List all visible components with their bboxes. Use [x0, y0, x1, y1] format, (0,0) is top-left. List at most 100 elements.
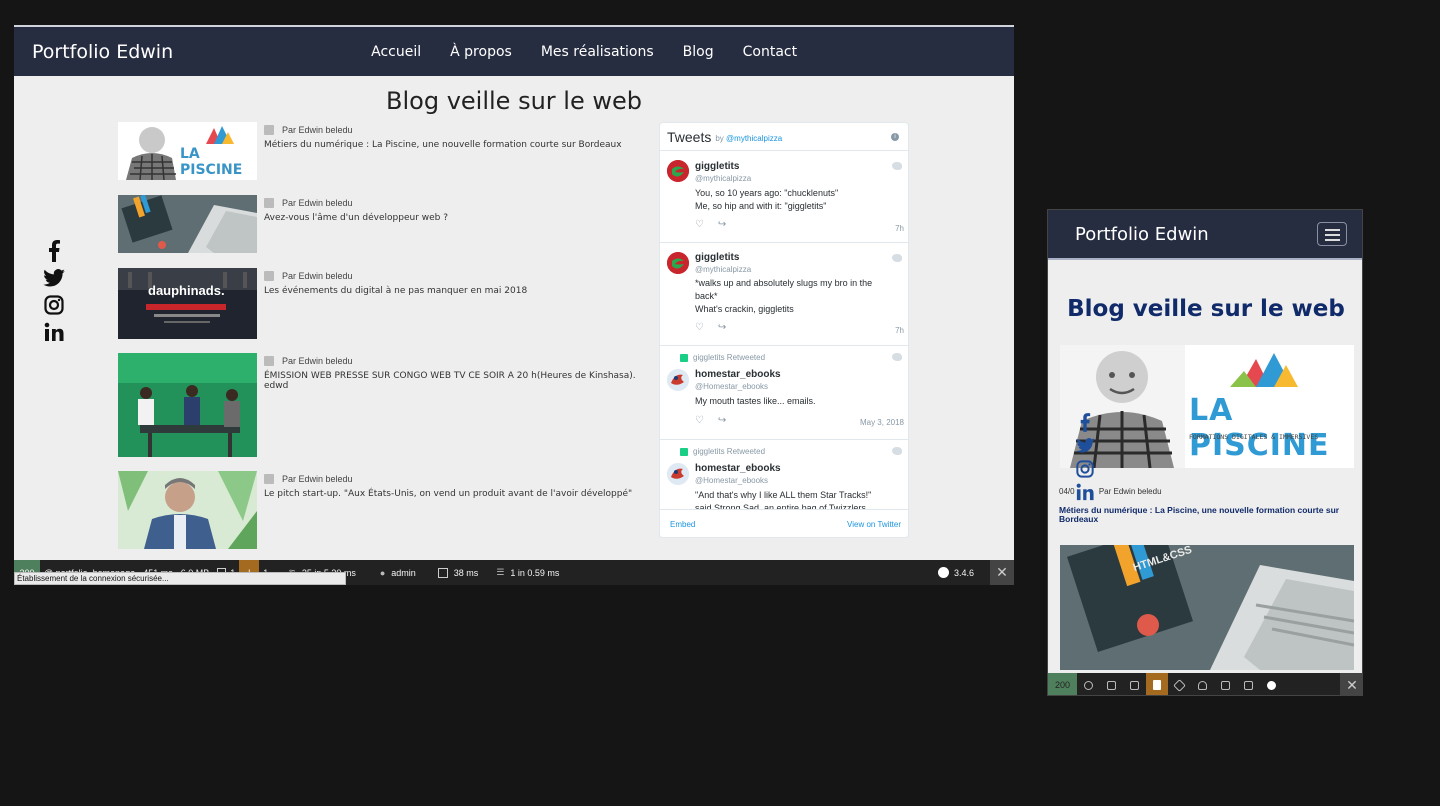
- nav-item-accueil[interactable]: Accueil: [371, 44, 421, 60]
- post-meta: Par Edwin beledu Avez-vous l'âme d'un dé…: [264, 195, 448, 253]
- list-item[interactable]: dauphinads. Par Edwin beledu Les événeme…: [118, 268, 527, 339]
- twitter-icon[interactable]: [42, 264, 66, 291]
- twig-icon[interactable]: [1214, 673, 1237, 695]
- twitter-bird-icon[interactable]: [892, 162, 902, 170]
- twig-panel[interactable]: 38 ms: [434, 560, 483, 585]
- nav-item-contact[interactable]: Contact: [743, 44, 797, 60]
- avatar[interactable]: [667, 463, 689, 485]
- twitter-bird-icon[interactable]: [892, 353, 902, 361]
- linkedin-icon[interactable]: [42, 318, 66, 345]
- list-item[interactable]: Par Edwin beledu Avez-vous l'âme d'un dé…: [118, 195, 448, 253]
- nav-item-a-propos[interactable]: À propos: [450, 44, 512, 60]
- twitter-footer: Embed View on Twitter: [660, 509, 908, 537]
- tweet-actions: ♡ ↪: [695, 322, 726, 333]
- status-code-badge[interactable]: 200: [1048, 673, 1077, 695]
- twitter-bird-icon[interactable]: [892, 447, 902, 455]
- avatar[interactable]: [667, 369, 689, 391]
- tweet-author[interactable]: giggletits: [695, 161, 739, 172]
- tweet[interactable]: giggletits Retweeted homestar_ebooks @Ho…: [660, 347, 908, 440]
- database-panel[interactable]: ☰ 1 in 0.59 ms: [492, 560, 563, 585]
- post-author-text: Par Edwin beledu: [282, 474, 353, 484]
- post-author: Par Edwin beledu: [264, 474, 632, 484]
- tweet-actions: ♡ ↪: [695, 415, 726, 426]
- social-links: [42, 237, 66, 345]
- tweet[interactable]: giggletits @mythicalpizza You, so 10 yea…: [660, 152, 908, 243]
- mobile-post-title[interactable]: Métiers du numérique : La Piscine, une n…: [1059, 506, 1355, 524]
- tweet-handle[interactable]: @mythicalpizza: [695, 265, 751, 274]
- mobile-navbar-brand[interactable]: Portfolio Edwin: [1075, 224, 1209, 245]
- user-panel[interactable]: ● admin: [376, 560, 420, 585]
- layers-icon[interactable]: [1168, 673, 1191, 695]
- post-title[interactable]: Le pitch start-up. "Aux États-Unis, on v…: [264, 489, 632, 499]
- instagram-icon[interactable]: [1074, 457, 1096, 480]
- tweet-author[interactable]: homestar_ebooks: [695, 463, 781, 474]
- user-icon[interactable]: [1191, 673, 1214, 695]
- post-meta: Par Edwin beledu ÉMISSION WEB PRESSE SUR…: [264, 353, 638, 457]
- tweet-handle[interactable]: @mythicalpizza: [695, 174, 751, 183]
- facebook-icon[interactable]: [42, 237, 66, 264]
- navbar-brand[interactable]: Portfolio Edwin: [32, 41, 173, 63]
- heart-icon[interactable]: ♡: [695, 219, 704, 230]
- post-title[interactable]: Métiers du numérique : La Piscine, une n…: [264, 140, 622, 150]
- instagram-icon[interactable]: [42, 291, 66, 318]
- avatar[interactable]: [667, 252, 689, 274]
- twitter-icon[interactable]: [1074, 434, 1096, 457]
- mobile-post-thumbnail[interactable]: HTML&CSS: [1060, 545, 1354, 670]
- user-icon: ●: [379, 567, 386, 578]
- tweet-handle[interactable]: @Homestar_ebooks: [695, 476, 768, 485]
- retweet-icon: [680, 353, 688, 362]
- mobile-post-thumbnail[interactable]: LA PISCINE FORMATIONS DIGITALES & IMMERS…: [1060, 345, 1354, 468]
- warning-icon[interactable]: [1146, 673, 1168, 695]
- tweet-handle[interactable]: @Homestar_ebooks: [695, 382, 768, 391]
- database-icon[interactable]: [1237, 673, 1260, 695]
- tweet-line: You, so 10 years ago: "chucklenuts": [695, 188, 839, 198]
- tweet[interactable]: giggletits @mythicalpizza *walks up and …: [660, 244, 908, 346]
- post-author-text: Par Edwin beledu: [282, 271, 353, 281]
- heart-icon[interactable]: ♡: [695, 322, 704, 333]
- close-toolbar-button[interactable]: ✕: [1340, 673, 1362, 695]
- twitter-handle-link[interactable]: @mythicalpizza: [726, 134, 782, 143]
- heart-icon[interactable]: ♡: [695, 415, 704, 426]
- list-item[interactable]: Par Edwin beledu ÉMISSION WEB PRESSE SUR…: [118, 353, 638, 457]
- close-toolbar-button[interactable]: ✕: [990, 560, 1014, 585]
- post-thumbnail[interactable]: dauphinads.: [118, 268, 257, 339]
- tweet-date[interactable]: May 3, 2018: [860, 418, 904, 427]
- post-title[interactable]: ÉMISSION WEB PRESSE SUR CONGO WEB TV CE …: [264, 371, 638, 391]
- post-thumbnail[interactable]: [118, 353, 257, 457]
- list-item[interactable]: LA PISCINE Par Edwin beledu Métiers du n…: [118, 122, 622, 180]
- symfony-version[interactable]: 3.4.6: [934, 560, 978, 585]
- post-author: Par Edwin beledu: [1098, 487, 1162, 496]
- share-icon[interactable]: ↪: [718, 415, 726, 426]
- form-icon[interactable]: [1123, 673, 1146, 695]
- avatar[interactable]: [667, 160, 689, 182]
- tweet[interactable]: giggletits Retweeted homestar_ebooks @Ho…: [660, 441, 908, 513]
- timer-icon[interactable]: [1077, 673, 1100, 695]
- share-icon[interactable]: ↪: [718, 219, 726, 230]
- tweet-time[interactable]: 7h: [895, 326, 904, 335]
- memory-icon[interactable]: [1100, 673, 1123, 695]
- calendar-icon: [264, 474, 274, 484]
- page-title: Blog veille sur le web: [386, 87, 642, 115]
- post-title[interactable]: Avez-vous l'âme d'un développeur web ?: [264, 213, 448, 223]
- post-thumbnail[interactable]: LA PISCINE: [118, 122, 257, 180]
- twitter-timeline: Tweets by @mythicalpizza i giggletits @m…: [659, 122, 909, 538]
- mobile-navbar: Portfolio Edwin: [1048, 210, 1362, 260]
- hamburger-menu-button[interactable]: [1317, 222, 1347, 246]
- info-icon[interactable]: i: [891, 133, 899, 141]
- facebook-icon[interactable]: [1074, 411, 1096, 434]
- list-item[interactable]: Par Edwin beledu Le pitch start-up. "Aux…: [118, 471, 632, 549]
- tweet-author[interactable]: giggletits: [695, 252, 739, 263]
- nav-item-realisations[interactable]: Mes réalisations: [541, 44, 654, 60]
- thumbnail-logo-text: LA PISCINE: [1189, 393, 1330, 463]
- post-title[interactable]: Les événements du digital à ne pas manqu…: [264, 286, 527, 296]
- tweet-time[interactable]: 7h: [895, 224, 904, 233]
- tweet-author[interactable]: homestar_ebooks: [695, 369, 781, 380]
- nav-item-blog[interactable]: Blog: [683, 44, 714, 60]
- embed-link[interactable]: Embed: [670, 520, 695, 529]
- post-thumbnail[interactable]: [118, 195, 257, 253]
- symfony-logo-icon[interactable]: [1260, 673, 1283, 695]
- share-icon[interactable]: ↪: [718, 322, 726, 333]
- view-on-twitter-link[interactable]: View on Twitter: [847, 520, 901, 529]
- twitter-bird-icon[interactable]: [892, 254, 902, 262]
- post-thumbnail[interactable]: [118, 471, 257, 549]
